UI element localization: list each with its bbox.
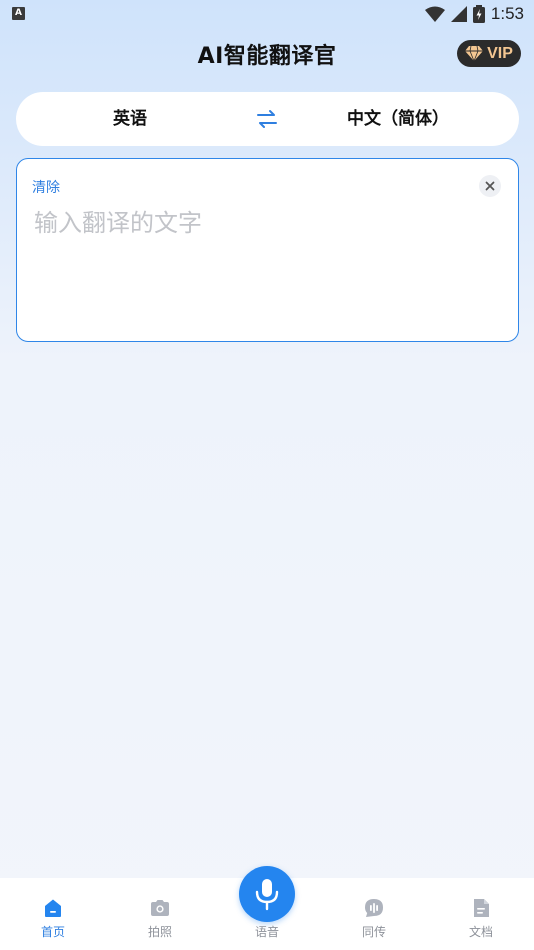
vip-button[interactable]: VIP (457, 40, 521, 67)
interpret-icon (365, 899, 383, 917)
app-notification-icon: A (12, 7, 25, 20)
nav-photo[interactable]: 拍照 (115, 878, 205, 950)
battery-icon (472, 5, 485, 23)
document-icon (474, 899, 489, 917)
diamond-icon (465, 46, 484, 61)
target-language-button[interactable]: 中文（简体） (328, 92, 468, 146)
source-language-button[interactable]: 英语 (78, 92, 182, 146)
nav-photo-label: 拍照 (147, 925, 172, 939)
camera-icon (151, 900, 169, 916)
nav-document[interactable]: 文档 (436, 878, 526, 950)
status-time: 1:53 (490, 4, 524, 23)
translate-text-input[interactable] (34, 203, 494, 323)
status-bar: A 1:53 (0, 0, 534, 28)
language-selector: 英语 中文（简体） (16, 92, 519, 146)
nav-home[interactable]: 首页 (8, 878, 98, 950)
nav-document-label: 文档 (468, 925, 493, 939)
status-icons: 1:53 (424, 3, 524, 25)
clear-button[interactable]: 清除 (32, 177, 60, 197)
nav-interpret-label: 同传 (361, 925, 386, 939)
microphone-icon (255, 879, 279, 911)
nav-voice-label: 语音 (254, 925, 279, 939)
home-icon (45, 899, 61, 917)
wifi-icon (424, 6, 445, 22)
swap-icon[interactable] (255, 107, 279, 131)
close-icon[interactable] (479, 175, 501, 197)
input-card: 清除 (16, 158, 519, 342)
voice-button[interactable] (239, 866, 295, 922)
page-title: AI智能翻译官 (197, 44, 337, 69)
nav-interpret[interactable]: 同传 (329, 878, 419, 950)
vip-label: VIP (487, 44, 513, 62)
signal-icon (450, 6, 467, 22)
nav-home-label: 首页 (40, 925, 65, 939)
